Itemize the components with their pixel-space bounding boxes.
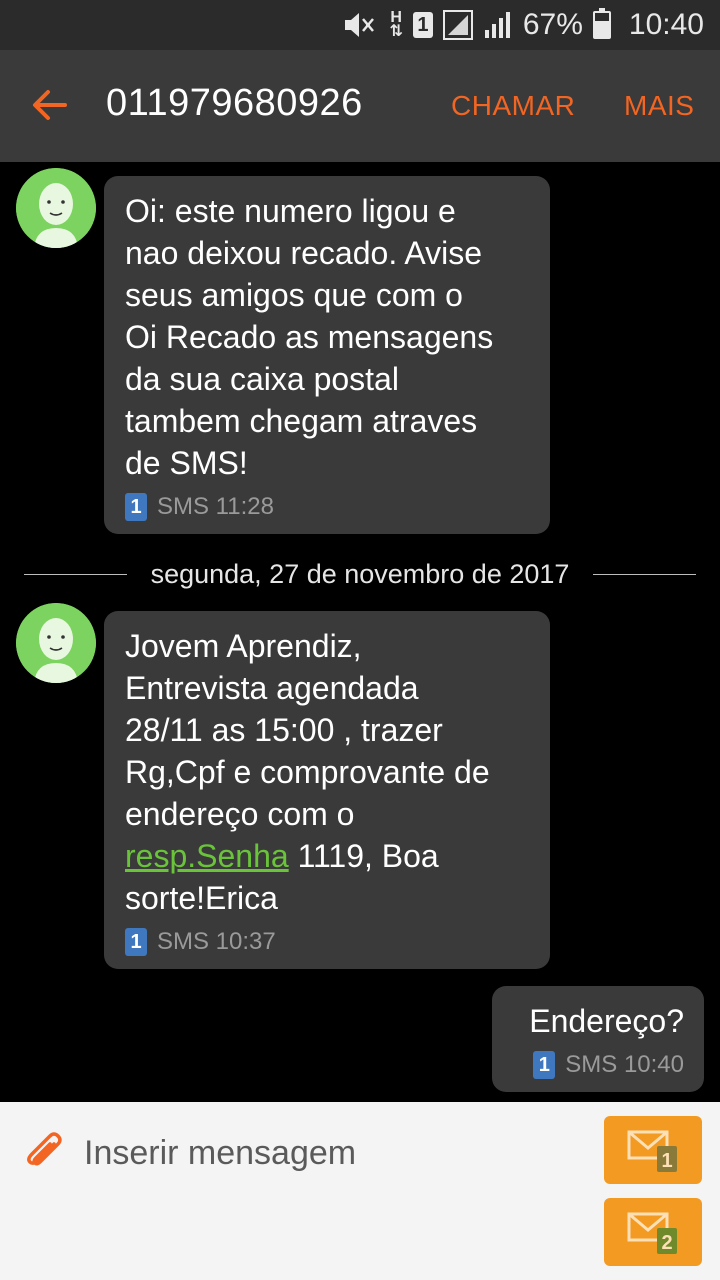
message-timestamp: SMS 10:37 — [157, 928, 276, 955]
attach-button[interactable] — [24, 1130, 64, 1174]
divider — [24, 573, 127, 575]
message-bubble-incoming[interactable]: Jovem Aprendiz, Entrevista agendada 28/1… — [104, 611, 550, 969]
contact-number: 011979680926 — [106, 82, 363, 124]
status-bar: H ⇅ 1 67% 10:40 — [0, 0, 720, 50]
send-sim1-label: 1 — [661, 1150, 672, 1172]
mute-icon — [341, 10, 379, 40]
message-meta: 1 SMS 11:28 — [125, 492, 530, 522]
divider — [593, 573, 696, 575]
person-avatar-icon — [16, 603, 96, 683]
message-bubble-outgoing[interactable]: Endereço? 1 SMS 10:40 — [492, 986, 704, 1092]
send-sim2-icon: 2 — [627, 1212, 677, 1254]
arrow-left-icon — [33, 90, 67, 120]
sim-badge: 1 — [125, 928, 147, 956]
contact-avatar[interactable] — [16, 603, 96, 683]
message-bubble-incoming[interactable]: Oi: este numero ligou e nao deixou recad… — [104, 176, 550, 534]
message-input[interactable] — [84, 1130, 584, 1176]
date-separator: segunda, 27 de novembro de 2017 — [24, 552, 696, 596]
sim-badge: 1 — [125, 493, 147, 521]
network-type-icon: H ⇅ — [389, 9, 403, 40]
signal-icon-sim1 — [442, 10, 473, 40]
clock: 10:40 — [628, 8, 704, 41]
send-button-sim1[interactable]: 1 — [604, 1116, 702, 1184]
sim-badge: 1 — [533, 1051, 556, 1079]
date-label: segunda, 27 de novembro de 2017 — [150, 558, 570, 589]
message-timestamp: SMS 10:40 — [565, 1051, 684, 1078]
message-meta: 1 SMS 10:37 — [125, 927, 530, 957]
message-text-part: Jovem Aprendiz, Entrevista agendada 28/1… — [125, 628, 490, 832]
contact-avatar[interactable] — [16, 168, 96, 248]
battery-icon — [592, 8, 611, 39]
message-text: Oi: este numero ligou e nao deixou recad… — [125, 193, 494, 481]
messaging-screen: H ⇅ 1 67% 10:40 011979680926 CHAMAR MAIS… — [0, 0, 720, 1280]
send-sim2-label: 2 — [661, 1232, 672, 1254]
message-link[interactable]: resp.Senha — [125, 838, 289, 874]
message-composer: 1 2 — [0, 1102, 720, 1280]
message-timestamp: SMS 11:28 — [157, 493, 274, 520]
signal-icon-sim2 — [483, 10, 513, 40]
send-sim1-icon: 1 — [627, 1130, 677, 1172]
call-button[interactable]: CHAMAR — [451, 90, 575, 122]
conversation-toolbar: 011979680926 CHAMAR MAIS — [0, 50, 720, 162]
battery-percent: 67% — [522, 8, 583, 41]
more-button[interactable]: MAIS — [624, 90, 694, 122]
back-button[interactable] — [24, 80, 74, 130]
send-button-sim2[interactable]: 2 — [604, 1198, 702, 1266]
message-text: Endereço? — [529, 1003, 684, 1039]
paperclip-icon — [27, 1132, 62, 1166]
sim-indicator: 1 — [412, 12, 433, 38]
person-avatar-icon — [16, 168, 96, 248]
message-meta: 1 SMS 10:40 — [513, 1050, 684, 1080]
message-text: Jovem Aprendiz, Entrevista agendada 28/1… — [125, 625, 530, 919]
